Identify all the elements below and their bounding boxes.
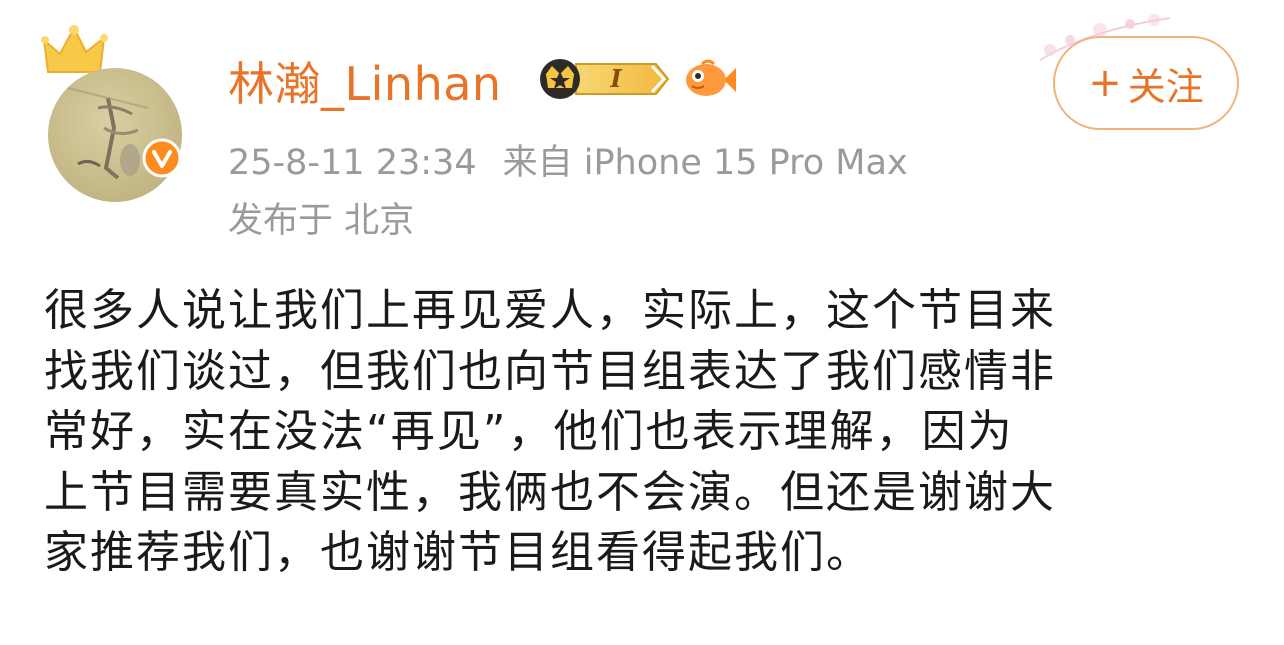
post-content-line: 上节目需要真实性，我俩也不会演。但还是谢谢大: [44, 466, 1056, 518]
post-content-line: 很多人说让我们上再见爱人，实际上，这个节目来: [44, 285, 1056, 336]
post-source: 来自 iPhone 15 Pro Max: [502, 143, 908, 183]
follow-button[interactable]: + 关注: [1053, 36, 1239, 130]
fish-icon: [686, 59, 736, 96]
post-location: 发布于 北京: [228, 201, 415, 241]
post-content-line: 家推荐我们，也谢谢节目组看得起我们。: [44, 527, 872, 578]
weibo-post-card: 林瀚_Linhan I 25-8-11 23:34 来自 iPhone 15 Pr…: [0, 0, 1284, 645]
follow-button-label: 关注: [1127, 64, 1204, 109]
post-content-line: 找我们谈过，但我们也向节目组表达了我们感情非: [44, 345, 1056, 397]
post-content: 很多人说让我们上再见爱人，实际上，这个节目来 找我们谈过，但我们也向节目组表达了…: [44, 281, 1240, 584]
post-date: 25-8-11 23:34: [228, 143, 477, 183]
watermark-overlay: [470, 596, 770, 636]
verified-icon: [142, 138, 182, 178]
avatar-illustration: [67, 87, 149, 180]
username[interactable]: 林瀚_Linhan: [228, 48, 502, 114]
vip-badge-icon[interactable]: I: [536, 54, 672, 104]
plus-icon: +: [1088, 60, 1122, 106]
avatar-container[interactable]: [41, 25, 184, 202]
avatar[interactable]: [48, 68, 182, 202]
post-content-line: 常好，实在没法“再见”，他们也表示理解，因为: [44, 406, 1014, 457]
vip-level-text: I: [609, 64, 622, 93]
post-meta: 25-8-11 23:34 来自 iPhone 15 Pro Max: [228, 134, 908, 185]
